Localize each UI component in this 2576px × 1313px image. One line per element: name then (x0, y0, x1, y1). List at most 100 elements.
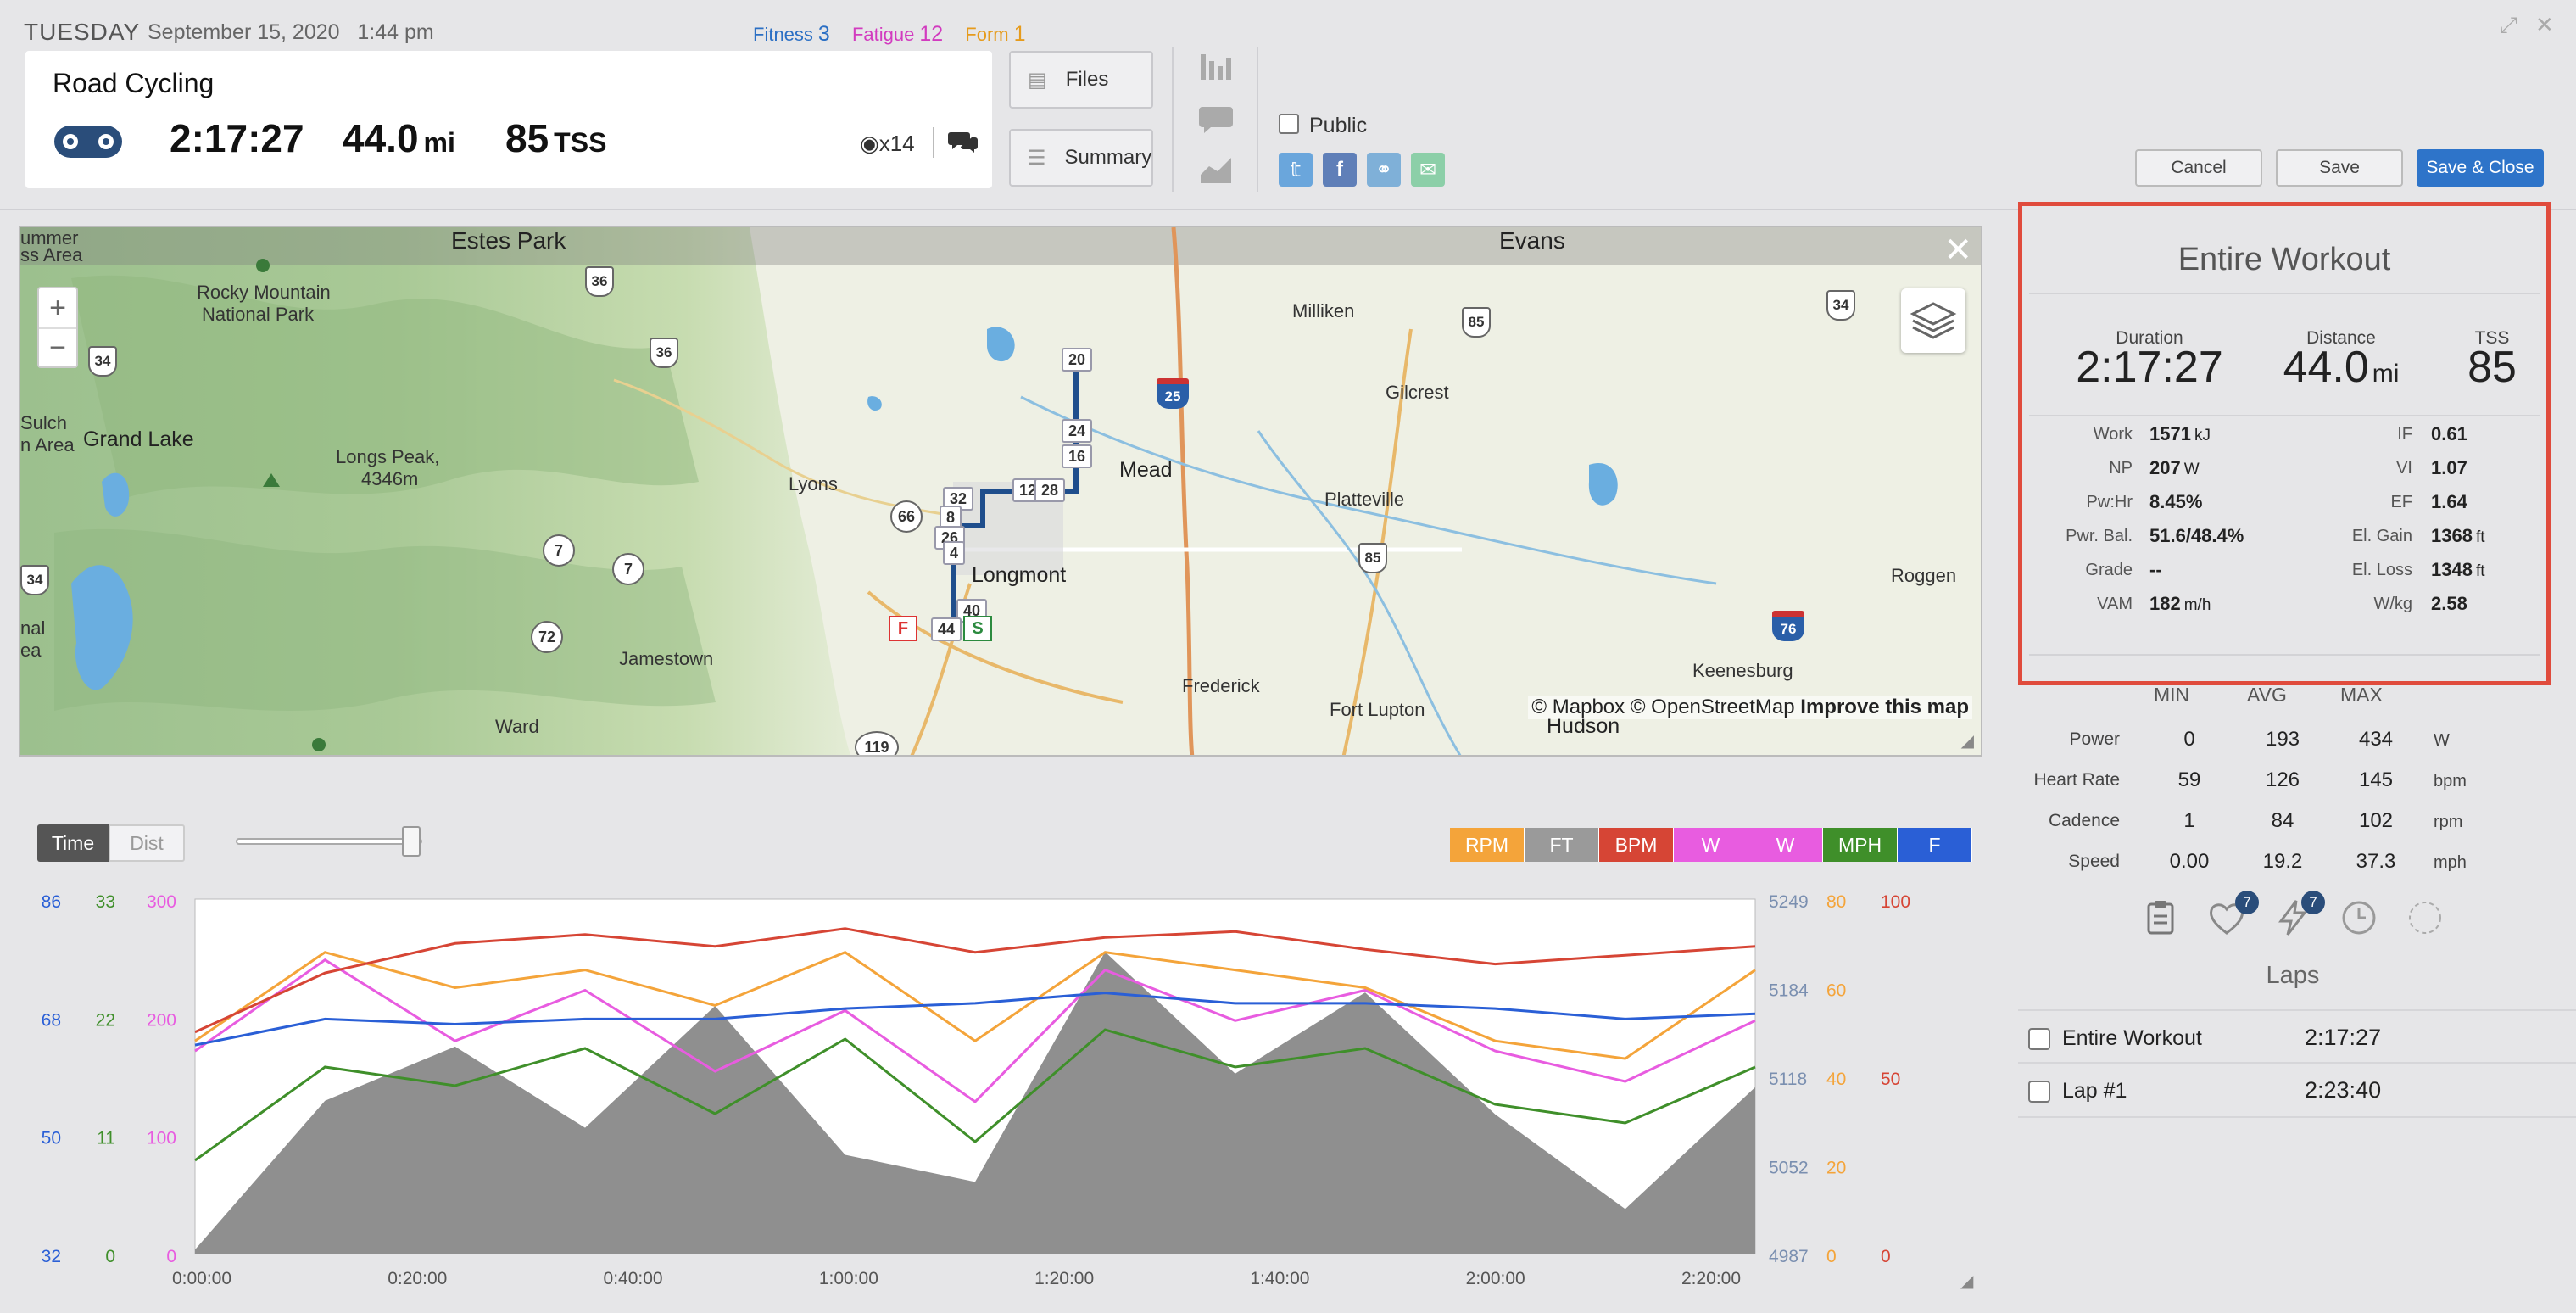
minmax-max: 102 (2358, 809, 2394, 832)
zoom-out-button[interactable]: − (39, 327, 76, 366)
sport-title[interactable]: Road Cycling (53, 68, 214, 99)
lap-marker[interactable]: 44 (931, 617, 962, 641)
comment-bubble-icon[interactable] (1197, 102, 1235, 136)
map-close-icon[interactable]: ✕ (1943, 231, 1972, 270)
fitness-label: Fitness (753, 24, 813, 45)
line-chart-icon[interactable] (1197, 153, 1235, 187)
expand-icon[interactable]: ⤢ (2500, 12, 2517, 39)
lap-marker[interactable]: 20 (1062, 348, 1093, 372)
axis-tick-w: 300 (147, 892, 176, 912)
stat-label: Pw:Hr (2086, 493, 2133, 511)
road-circle: 72 (531, 621, 563, 653)
workout-summary-card: Road Cycling 2:17:27 44.0 mi 85 TSS ◉x14 (25, 51, 992, 188)
axis-tick-elevation: 5118 (1769, 1070, 1807, 1089)
road-circle: 66 (890, 500, 923, 533)
axis-tick-bpm: 100 (1881, 892, 1910, 912)
public-label: Public (1309, 114, 1368, 137)
time-toggle-button[interactable]: Time (37, 824, 109, 862)
lap-marker[interactable]: 16 (1062, 444, 1093, 468)
chart-resize-handle[interactable]: ◢ (1960, 1271, 1973, 1292)
stat-value: 51.6/48.4% (2149, 525, 2244, 546)
stat-label: Work (2093, 425, 2133, 444)
workout-time: 1:44 pm (357, 20, 434, 44)
lap-row[interactable]: Entire Workout 2:17:27 (2018, 1009, 2576, 1064)
stat-value: 207 W (2149, 457, 2200, 478)
stat-label: NP (2109, 459, 2133, 478)
clipboard-icon[interactable] (2140, 897, 2181, 938)
lap-marker[interactable]: 4 (943, 541, 966, 565)
cancel-button[interactable]: Cancel (2135, 149, 2262, 187)
medal-icon: ◉ (860, 131, 879, 156)
stat-label: El. Gain (2351, 527, 2412, 545)
channel-toggle-bpm[interactable]: BPM (1599, 828, 1674, 862)
dist-toggle-button[interactable]: Dist (109, 824, 185, 862)
smoothing-slider[interactable] (236, 838, 422, 845)
axis-tick-f: 50 (42, 1129, 61, 1148)
axis-tick-elevation: 5052 (1769, 1159, 1809, 1178)
attribution-osm[interactable]: © OpenStreetMap (1631, 696, 1795, 718)
map-label: Sulch (20, 412, 68, 433)
summary-button[interactable]: ☰ Summary (1009, 129, 1153, 187)
finish-marker[interactable]: F (889, 616, 917, 641)
smoothing-slider-handle[interactable] (402, 826, 421, 857)
fatigue-label: Fatigue (851, 24, 915, 45)
start-marker[interactable]: S (963, 616, 992, 641)
save-button[interactable]: Save (2276, 149, 2403, 187)
clock-icon[interactable] (2339, 897, 2379, 938)
minmax-max: 434 (2358, 728, 2394, 751)
day-of-week: TUESDAY (24, 19, 141, 45)
minmax-header: MIN (2154, 684, 2190, 706)
map-label: Lyons (789, 473, 838, 494)
route-map[interactable]: Estes Park Evans ummer ss Area Rocky Mou… (19, 226, 1982, 757)
public-checkbox[interactable] (1279, 114, 1299, 134)
map-label: Grand Lake (83, 427, 194, 451)
channel-toggle-rpm[interactable]: RPM (1450, 828, 1525, 862)
channel-toggle-w[interactable]: W (1748, 828, 1823, 862)
bar-chart-icon[interactable] (1197, 49, 1235, 83)
map-layers-button[interactable] (1901, 288, 1965, 353)
comments-icon[interactable] (948, 129, 979, 154)
minmax-max: 37.3 (2356, 850, 2396, 873)
attribution-mapbox[interactable]: © Mapbox (1531, 696, 1625, 718)
distance-summary-unit: mi (2372, 360, 2400, 388)
lap-checkbox[interactable] (2028, 1081, 2050, 1103)
dashed-circle-icon[interactable] (2405, 897, 2445, 938)
fitness-metrics: Fitness 3 Fatigue 12 Form 1 (753, 22, 1043, 47)
map-label: Platteville (1324, 489, 1405, 510)
email-share-icon[interactable]: ✉ (1411, 153, 1445, 187)
stat-label: IF (2397, 425, 2412, 444)
minmax-min: 1 (2183, 809, 2195, 832)
distance-unit: mi (423, 127, 455, 158)
facebook-share-icon[interactable]: f (1323, 153, 1357, 187)
minmax-min: 0.00 (2169, 850, 2210, 873)
lap-checkbox[interactable] (2028, 1028, 2050, 1050)
lap-marker[interactable]: 24 (1062, 419, 1093, 443)
heart-badge: 7 (2235, 891, 2259, 914)
close-window-icon[interactable]: ✕ (2535, 12, 2554, 38)
save-close-button[interactable]: Save & Close (2417, 149, 2544, 187)
lap-row[interactable]: Lap #1 2:23:40 (2018, 1064, 2576, 1118)
twitter-share-icon[interactable]: 𝕥 (1279, 153, 1313, 187)
channel-toggle-f[interactable]: F (1898, 828, 1972, 862)
road-shield: 34 (1826, 290, 1855, 321)
files-button[interactable]: ▤ Files (1009, 51, 1153, 109)
lap-marker[interactable]: 28 (1034, 478, 1066, 502)
stat-value: 8.45% (2149, 491, 2203, 512)
tss-stat: 85 TSS (505, 115, 606, 161)
workout-chart[interactable]: 86 68 50 32 33 22 11 0 300 200 100 0 5249 5184 5118 505… (0, 874, 2018, 1313)
channel-toggle-w[interactable]: W (1674, 828, 1748, 862)
channel-toggle-mph[interactable]: MPH (1823, 828, 1898, 862)
improve-map-link[interactable]: Improve this map (1800, 696, 1969, 718)
map-label: Roggen (1891, 565, 1957, 586)
medals[interactable]: ◉x14 (860, 131, 915, 157)
link-share-icon[interactable]: ⚭ (1367, 153, 1401, 187)
chart-plot[interactable]: 8668503233221103002001000524951845118505… (0, 874, 2018, 1313)
files-list-icon: ▤ (1028, 68, 1047, 92)
minmax-label: Speed (2068, 852, 2120, 871)
map-label: ss Area (20, 244, 83, 265)
zoom-in-button[interactable]: + (39, 288, 76, 327)
axis-tick-mph: 22 (96, 1010, 115, 1030)
channel-toggle-ft[interactable]: FT (1525, 828, 1599, 862)
distance-summary-value: 44.0 (2283, 343, 2369, 392)
map-label: Frederick (1182, 675, 1260, 696)
